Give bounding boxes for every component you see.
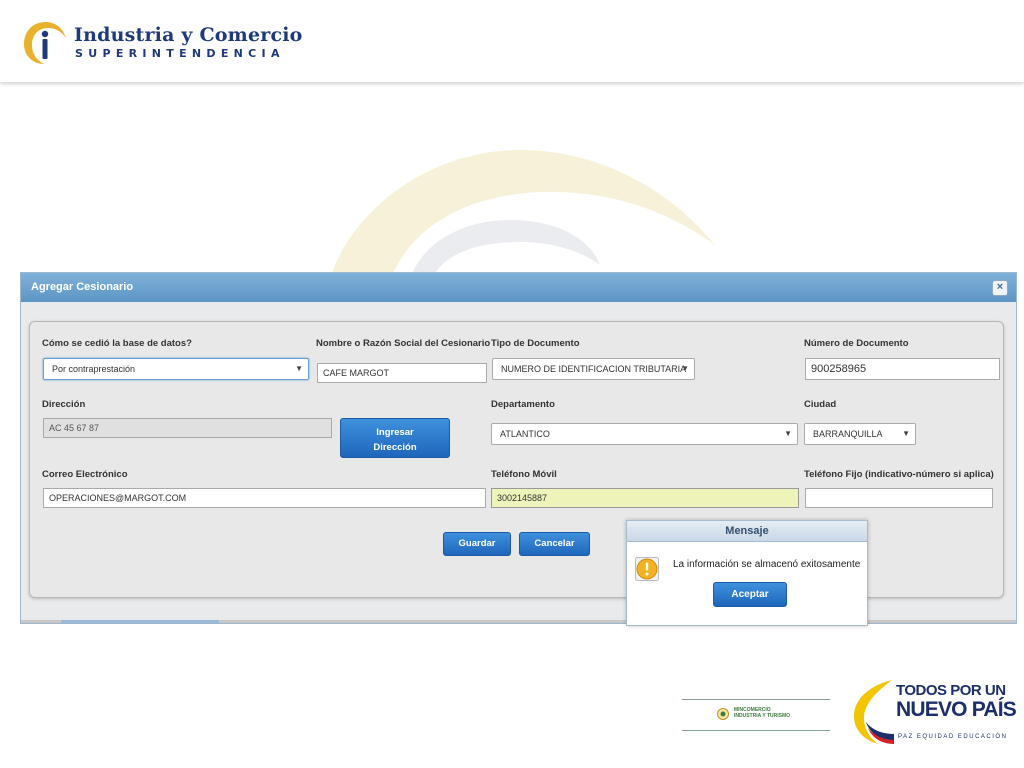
todos-por-un-nuevo-pais-logo: TODOS POR UN NUEVO PAÍS PAZ EQUIDAD EDUC… bbox=[848, 678, 1017, 746]
mensaje-text: La información se almacenó exitosamente bbox=[673, 559, 861, 570]
numero-documento-input[interactable]: 900258965 bbox=[805, 358, 1000, 380]
telefono-fijo-label: Teléfono Fijo (indicativo-número si apli… bbox=[804, 469, 994, 480]
tipo-documento-value: NUMERO DE IDENTIFICACION TRIBUTARIA bbox=[501, 364, 687, 374]
coat-of-arms-icon bbox=[717, 708, 729, 720]
telefono-movil-input[interactable]: 3002145887 bbox=[491, 488, 799, 508]
mensaje-dialog: Mensaje La información se almacenó exito… bbox=[626, 520, 868, 626]
direccion-label: Dirección bbox=[42, 399, 86, 410]
warning-icon bbox=[635, 557, 659, 581]
departamento-label: Departamento bbox=[491, 399, 555, 410]
metodo-select[interactable]: Por contraprestación ▼ bbox=[43, 358, 309, 380]
top-header: Industria y Comercio SUPERINTENDENCIA bbox=[0, 0, 1024, 82]
slogan-line2: NUEVO PAÍS bbox=[896, 698, 1017, 721]
razon-social-input[interactable]: CAFE MARGOT bbox=[317, 363, 487, 383]
chevron-down-icon: ▼ bbox=[295, 364, 303, 373]
dialog-title: Agregar Cesionario bbox=[31, 281, 134, 293]
tipo-documento-label: Tipo de Documento bbox=[491, 338, 580, 349]
ingresar-direccion-line1: Ingresar bbox=[376, 427, 414, 438]
dialog-title-bar[interactable]: Agregar Cesionario × bbox=[21, 273, 1016, 302]
flag-swoosh-icon bbox=[854, 680, 894, 744]
ingresar-direccion-line2: Dirección bbox=[373, 442, 417, 453]
ingresar-direccion-button[interactable]: Ingresar Dirección bbox=[340, 418, 450, 458]
watermark-logo bbox=[330, 150, 715, 280]
tipo-documento-select[interactable]: NUMERO DE IDENTIFICACION TRIBUTARIA ▼ bbox=[492, 358, 695, 380]
direccion-input[interactable]: AC 45 67 87 bbox=[43, 418, 332, 438]
chevron-down-icon: ▼ bbox=[681, 364, 689, 373]
numero-documento-label: Número de Documento bbox=[804, 338, 909, 349]
metodo-value: Por contraprestación bbox=[52, 364, 136, 374]
cancelar-button[interactable]: Cancelar bbox=[519, 532, 590, 556]
slogan-line1: TODOS POR UN bbox=[896, 682, 1006, 699]
chevron-down-icon: ▼ bbox=[784, 429, 792, 438]
telefono-movil-label: Teléfono Móvil bbox=[491, 469, 557, 480]
chevron-down-icon: ▼ bbox=[902, 429, 910, 438]
correo-label: Correo Electrónico bbox=[42, 469, 128, 480]
mincomercio-line2: INDUSTRIA Y TURISMO bbox=[734, 713, 791, 719]
departamento-value: ATLANTICO bbox=[500, 429, 550, 439]
aceptar-button[interactable]: Aceptar bbox=[713, 582, 787, 607]
ciudad-label: Ciudad bbox=[804, 399, 837, 410]
slogan-line3: PAZ EQUIDAD EDUCACIÓN bbox=[898, 734, 1008, 740]
guardar-button[interactable]: Guardar bbox=[443, 532, 511, 556]
close-icon[interactable]: × bbox=[992, 280, 1008, 296]
scrollbar-thumb[interactable] bbox=[61, 620, 219, 623]
razon-social-label: Nombre o Razón Social del Cesionario bbox=[316, 338, 491, 349]
logo-subtitle: SUPERINTENDENCIA bbox=[75, 47, 285, 60]
mincomercio-logo: MINCOMERCIO INDUSTRIA Y TURISMO bbox=[682, 699, 830, 731]
logo-title: Industria y Comercio bbox=[74, 24, 303, 46]
ciudad-value: BARRANQUILLA bbox=[813, 429, 883, 439]
mensaje-title[interactable]: Mensaje bbox=[627, 521, 867, 542]
mincomercio-text: MINCOMERCIO INDUSTRIA Y TURISMO bbox=[734, 707, 790, 719]
sic-logo-icon bbox=[24, 22, 66, 64]
departamento-select[interactable]: ATLANTICO ▼ bbox=[491, 423, 798, 445]
ciudad-select[interactable]: BARRANQUILLA ▼ bbox=[804, 423, 916, 445]
metodo-label: Cómo se cedió la base de datos? bbox=[42, 338, 192, 349]
correo-input[interactable]: OPERACIONES@MARGOT.COM bbox=[43, 488, 486, 508]
telefono-fijo-input[interactable] bbox=[805, 488, 993, 508]
